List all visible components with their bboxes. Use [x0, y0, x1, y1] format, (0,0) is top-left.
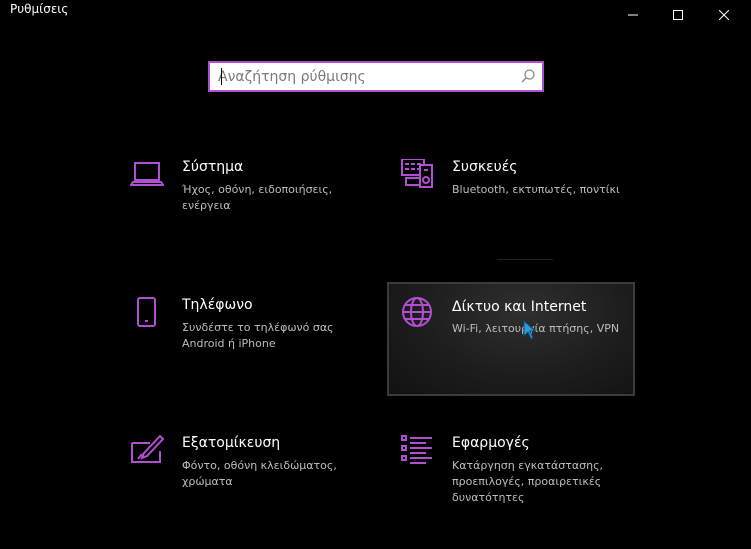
minimize-icon	[628, 14, 638, 16]
category-title: Συσκευές	[452, 159, 518, 175]
category-title: Σύστημα	[182, 159, 244, 175]
title-bar: Ρυθμίσεις	[0, 0, 751, 30]
category-system[interactable]: Σύστημα Ήχος, οθόνη, ειδοποιήσεις, ενέργ…	[130, 159, 378, 273]
personalization-icon	[130, 435, 164, 469]
search-input[interactable]	[210, 63, 518, 90]
category-apps[interactable]: Εφαρμογές Κατάργηση εγκατάστασης, προεπι…	[400, 435, 648, 549]
search-box[interactable]	[208, 61, 544, 92]
laptop-icon	[130, 159, 164, 193]
category-network[interactable]: Δίκτυο και Internet Wi-Fi, λειτουργία πτ…	[387, 282, 635, 396]
category-title: Τηλέφωνο	[182, 297, 253, 313]
category-title: Δίκτυο και Internet	[452, 299, 587, 315]
search-icon[interactable]	[520, 68, 536, 84]
app-title: Ρυθμίσεις	[10, 2, 69, 16]
category-description: Φόντο, οθόνη κλειδώματος, χρώματα	[182, 459, 337, 488]
maximize-icon	[673, 10, 683, 20]
category-description: Συνδέστε το τηλέφωνό σας Android ή iPhon…	[182, 321, 334, 350]
divider	[497, 259, 553, 260]
category-phone[interactable]: Τηλέφωνο Συνδέστε το τηλέφωνό σας Androi…	[130, 297, 378, 411]
category-personalization[interactable]: Εξατομίκευση Φόντο, οθόνη κλειδώματος, χ…	[130, 435, 378, 549]
text-caret	[221, 68, 222, 85]
minimize-button[interactable]	[610, 0, 656, 30]
category-title: Εξατομίκευση	[182, 435, 281, 451]
close-icon	[719, 10, 729, 20]
apps-icon	[400, 435, 434, 469]
globe-icon	[401, 296, 435, 330]
category-title: Εφαρμογές	[452, 435, 530, 451]
maximize-button[interactable]	[655, 0, 701, 30]
category-description: Ήχος, οθόνη, ειδοποιήσεις, ενέργεια	[182, 183, 333, 212]
close-button[interactable]	[701, 0, 747, 30]
category-description: Wi-Fi, λειτουργία πτήσης, VPN	[452, 322, 620, 335]
category-description: Κατάργηση εγκατάστασης, προεπιλογές, προ…	[452, 459, 604, 504]
category-devices[interactable]: Συσκευές Bluetooth, εκτυπωτές, ποντίκι	[400, 159, 648, 273]
category-description: Bluetooth, εκτυπωτές, ποντίκι	[452, 183, 620, 196]
devices-icon	[400, 159, 434, 193]
phone-icon	[130, 297, 164, 331]
